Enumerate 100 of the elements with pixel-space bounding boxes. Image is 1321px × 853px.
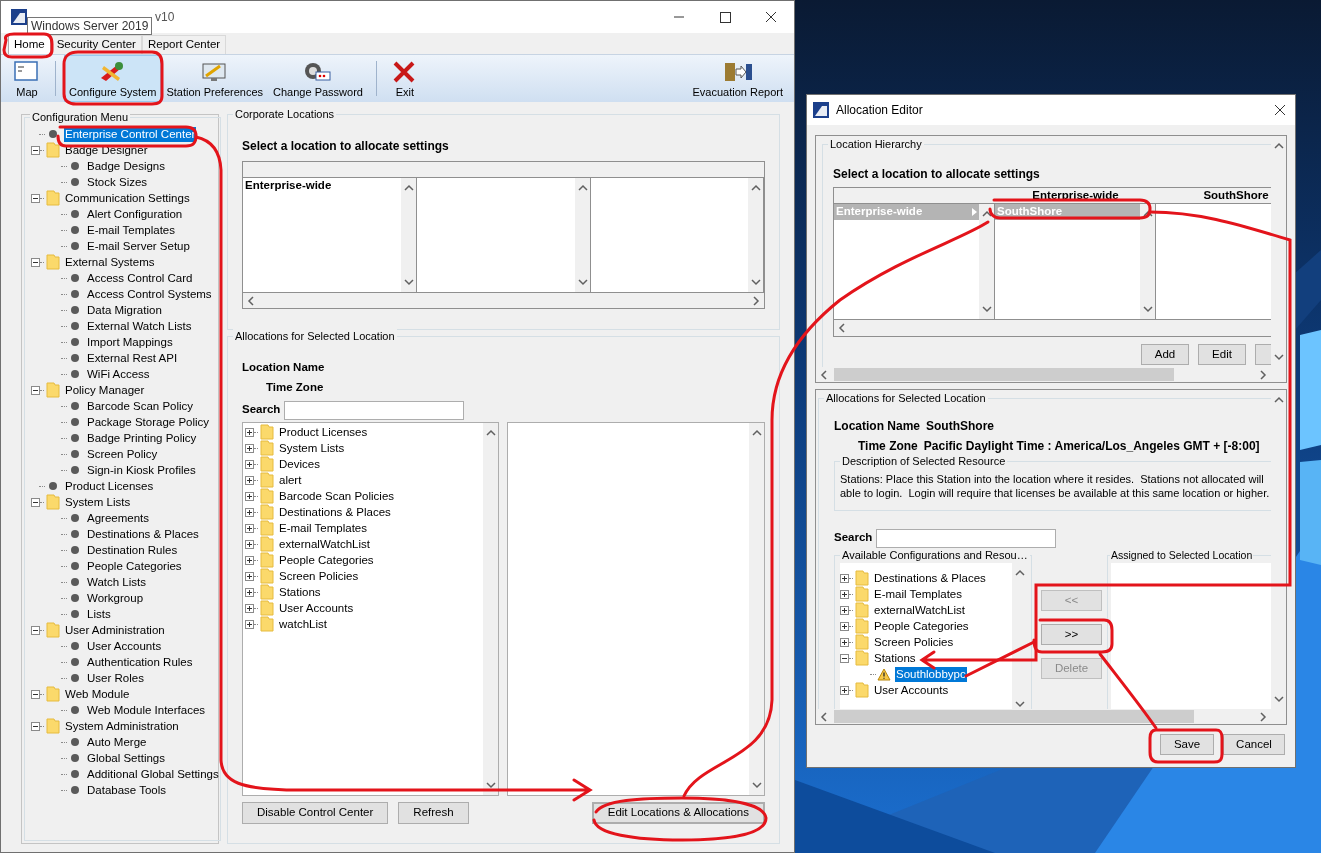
- toolbar-button[interactable]: Exit: [384, 55, 425, 102]
- tree-item[interactable]: alert: [278, 472, 303, 488]
- group-title: Allocations for Selected Location: [824, 391, 988, 405]
- toolbar-button[interactable]: Evacuation Report: [687, 55, 788, 102]
- tree-item[interactable]: Lists: [86, 606, 112, 622]
- tree-item[interactable]: Southlobbypc: [895, 666, 967, 682]
- toolbar-button[interactable]: Station Preferences: [161, 55, 269, 102]
- tab[interactable]: Home: [8, 34, 51, 54]
- tree-item[interactable]: Destination Rules: [86, 542, 179, 558]
- tree-item[interactable]: E-mail Templates: [278, 520, 368, 536]
- field-label: Time Zone: [858, 438, 918, 455]
- field-label: Location Name: [834, 418, 920, 435]
- tree-item[interactable]: System Administration: [64, 718, 180, 734]
- tree-item[interactable]: External Watch Lists: [86, 318, 193, 334]
- tree-item[interactable]: Access Control Systems: [86, 286, 213, 302]
- window-title: Allocation Editor: [836, 102, 923, 119]
- button[interactable]: >>: [1041, 624, 1102, 645]
- field-label: Time Zone: [265, 380, 325, 395]
- button[interactable]: Add: [1141, 344, 1189, 365]
- tree-item[interactable]: Product Licenses: [64, 478, 155, 494]
- field-value: Pacific Daylight Time : America/Los_Angeles GMT + [-8:00]: [923, 438, 1260, 455]
- tree-item[interactable]: System Lists: [278, 440, 346, 456]
- tree-item[interactable]: Product Licenses: [278, 424, 369, 440]
- tree-item[interactable]: People Categories: [873, 618, 970, 634]
- group-title: Available Configurations and Resou…: [840, 548, 1030, 562]
- tree-item[interactable]: User Accounts: [873, 682, 950, 698]
- group-title: Location Hierarchy: [828, 137, 924, 151]
- button[interactable]: Edit: [1198, 344, 1246, 365]
- tree-item[interactable]: Policy Manager: [64, 382, 146, 398]
- prompt-text: Select a location to allocate settings: [242, 138, 450, 155]
- group-title: Assigned to Selected Location: [1110, 548, 1254, 562]
- tree-item[interactable]: Additional Global Settings: [86, 766, 220, 782]
- group-title: Description of Selected Resource: [840, 454, 1008, 468]
- tree-item[interactable]: Communication Settings: [64, 190, 191, 206]
- tree-item[interactable]: Devices: [278, 456, 321, 472]
- button[interactable]: Cancel: [1223, 734, 1285, 755]
- tree-item[interactable]: Import Mappings: [86, 334, 174, 350]
- tree-item[interactable]: External Rest API: [86, 350, 179, 366]
- tree-item[interactable]: Package Storage Policy: [86, 414, 211, 430]
- tree-item[interactable]: watchList: [278, 616, 328, 632]
- tree-item[interactable]: Global Settings: [86, 750, 166, 766]
- tree-item[interactable]: External Systems: [64, 254, 156, 270]
- toolbar-button[interactable]: Configure System: [64, 55, 162, 102]
- tree-item[interactable]: Barcode Scan Policies: [278, 488, 396, 504]
- column-header: SouthShore: [1203, 188, 1269, 203]
- column-header: Enterprise-wide: [1032, 188, 1119, 203]
- description-text: Stations: Place this Station into the location where it resides. Stations not allocated will able to login. Login will require that licenses be available at this same location or higher.: [840, 472, 1270, 500]
- button[interactable]: Disable Control Center: [242, 802, 389, 824]
- tree-item[interactable]: E-mail Server Setup: [86, 238, 191, 254]
- button[interactable]: Save: [1160, 734, 1214, 755]
- tree-item[interactable]: Stations: [873, 650, 917, 666]
- tree-item[interactable]: User Accounts: [86, 638, 163, 654]
- tree-item[interactable]: Web Module: [64, 686, 131, 702]
- tree-item[interactable]: Stock Sizes: [86, 174, 149, 190]
- field-value: SouthShore: [926, 418, 994, 435]
- tree-item[interactable]: Web Module Interfaces: [86, 702, 207, 718]
- tree-item[interactable]: Barcode Scan Policy: [86, 398, 195, 414]
- group-title: Configuration Menu: [30, 110, 130, 124]
- tree-item[interactable]: Screen Policy: [86, 446, 159, 462]
- tree-item[interactable]: Destinations & Places: [278, 504, 392, 520]
- tree-item[interactable]: Access Control Card: [86, 270, 194, 286]
- tree-item[interactable]: User Roles: [86, 670, 145, 686]
- prompt-text: Select a location to allocate settings: [833, 166, 1041, 183]
- tree-item[interactable]: Authentication Rules: [86, 654, 194, 670]
- tree-item[interactable]: System Lists: [64, 494, 132, 510]
- tree-item[interactable]: WiFi Access: [86, 366, 151, 382]
- tree-item[interactable]: User Administration: [64, 622, 166, 638]
- window-title: v10: [155, 9, 175, 26]
- tree-item[interactable]: Sign-in Kiosk Profiles: [86, 462, 197, 478]
- button[interactable]: Edit Locations & Allocations: [591, 802, 765, 824]
- tree-item[interactable]: Auto Merge: [86, 734, 148, 750]
- tab[interactable]: Report Center: [141, 35, 227, 54]
- group-title: Corporate Locations: [233, 107, 337, 121]
- tree-item[interactable]: Badge Designs: [86, 158, 166, 174]
- toolbar-button[interactable]: Change Password: [268, 55, 368, 102]
- tree-item[interactable]: externalWatchList: [873, 602, 966, 618]
- tree-item[interactable]: Workgroup: [86, 590, 145, 606]
- tree-item[interactable]: Screen Policies: [873, 634, 955, 650]
- field-label: Location Name: [242, 360, 326, 375]
- tree-item[interactable]: Screen Policies: [278, 568, 360, 584]
- tree-item[interactable]: Agreements: [86, 510, 150, 526]
- button[interactable]: Refresh: [398, 802, 469, 824]
- tree-item[interactable]: Database Tools: [86, 782, 168, 798]
- tree-item[interactable]: E-mail Templates: [873, 586, 963, 602]
- toolbar-button[interactable]: Map: [7, 55, 47, 102]
- tree-item[interactable]: Watch Lists: [86, 574, 147, 590]
- field-label: Search: [834, 530, 873, 546]
- tree-item[interactable]: User Accounts: [278, 600, 355, 616]
- location-item[interactable]: Enterprise-wide: [243, 178, 401, 194]
- tree-item[interactable]: Stations: [278, 584, 322, 600]
- tree-item[interactable]: Destinations & Places: [873, 570, 987, 586]
- tree-item[interactable]: Alert Configuration: [86, 206, 184, 222]
- tree-item[interactable]: Badge Printing Policy: [86, 430, 198, 446]
- field-label: Search: [242, 402, 281, 418]
- tree-item[interactable]: Data Migration: [86, 302, 163, 318]
- tree-item[interactable]: People Categories: [86, 558, 183, 574]
- tree-item[interactable]: externalWatchList: [278, 536, 371, 552]
- tree-item[interactable]: E-mail Templates: [86, 222, 176, 238]
- tree-item[interactable]: People Categories: [278, 552, 375, 568]
- tree-item[interactable]: Destinations & Places: [86, 526, 200, 542]
